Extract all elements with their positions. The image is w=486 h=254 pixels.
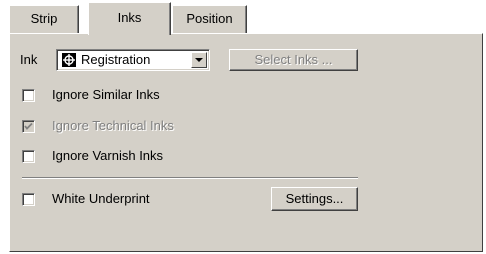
ignore-similar-inks-checkbox[interactable]	[22, 89, 35, 102]
registration-mark-icon	[62, 53, 76, 67]
ink-selected-value: Registration	[81, 52, 151, 67]
inks-dialog: Strip Inks Position Ink Registration Sel…	[0, 0, 486, 254]
chevron-down-icon[interactable]	[191, 52, 207, 68]
ink-label: Ink	[20, 52, 38, 67]
inks-tab-panel: Ink Registration Select Inks ... Ignore …	[9, 33, 483, 252]
select-inks-button[interactable]: Select Inks ...	[229, 49, 358, 71]
settings-button-label: Settings...	[285, 191, 344, 206]
tab-strip-label: Strip	[30, 11, 58, 26]
tab-inks[interactable]: Inks	[88, 2, 171, 35]
white-underprint-label: White Underprint	[52, 191, 150, 206]
ignore-varnish-inks-label: Ignore Varnish Inks	[52, 148, 164, 163]
checkmark-icon	[24, 122, 33, 130]
ignore-technical-inks-checkbox[interactable]	[22, 120, 35, 133]
ignore-technical-inks-label: Ignore Technical Inks	[52, 118, 174, 133]
separator	[22, 177, 358, 179]
ink-combobox[interactable]: Registration	[56, 49, 210, 71]
tab-position-label: Position	[186, 11, 233, 26]
ignore-varnish-inks-checkbox[interactable]	[22, 150, 35, 163]
settings-button[interactable]: Settings...	[271, 187, 358, 211]
tab-position[interactable]: Position	[172, 5, 247, 33]
tab-strip[interactable]: Strip	[9, 5, 79, 33]
white-underprint-checkbox[interactable]	[22, 193, 35, 206]
ignore-similar-inks-label: Ignore Similar Inks	[52, 87, 160, 102]
select-inks-button-label: Select Inks ...	[254, 52, 333, 67]
tab-inks-label: Inks	[117, 10, 142, 25]
